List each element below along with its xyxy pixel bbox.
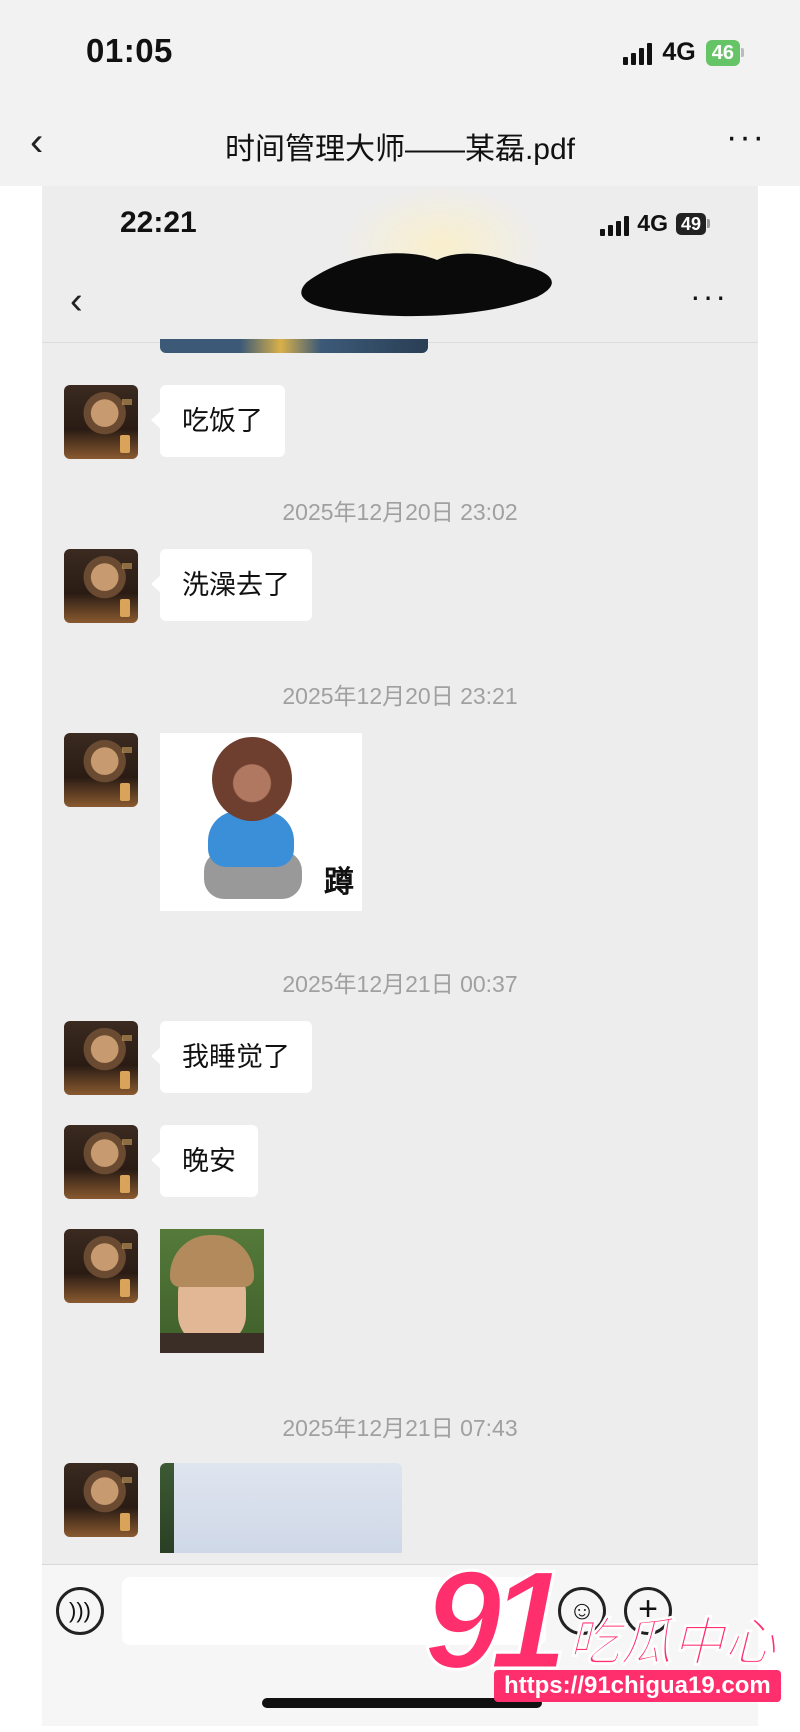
avatar[interactable] [64,733,138,807]
outer-nav-bar: ‹ 时间管理大师——某磊.pdf ··· [0,100,800,186]
message-bubble[interactable]: 吃饭了 [151,385,285,457]
chat-photo[interactable] [160,1463,402,1553]
chat-area: 吃饭了 2025年12月20日 23:02 洗澡去了 2025年12月20日 2… [42,339,758,1726]
outer-status-bar: 01:05 4G 46 [0,0,800,100]
inner-network-label: 4G [637,210,668,236]
chat-timestamp: 2025年12月21日 07:43 [282,1415,518,1441]
message-bubble[interactable]: 我睡觉了 [151,1021,312,1093]
voice-icon[interactable]: ))) [56,1587,104,1635]
sticker-caption: 蹲 [324,866,354,899]
document-title: 时间管理大师——某磊.pdf [224,133,576,166]
signal-icon [623,41,653,65]
redaction-scribble [301,253,552,317]
chat-image-partial[interactable] [160,339,428,353]
watermark-logo: 91 吃瓜中心 https://91chigua19.com [420,1548,790,1720]
chat-timestamp: 2025年12月21日 00:37 [282,971,518,997]
chat-timestamp: 2025年12月20日 23:21 [282,683,518,709]
message-bubble[interactable]: 洗澡去了 [151,549,312,621]
chat-photo[interactable] [160,1229,264,1353]
inner-status-indicators: 4G 49 [600,210,710,237]
more-icon[interactable]: ··· [690,278,728,315]
outer-battery-level: 46 [705,39,740,66]
outer-status-time: 01:05 [86,32,173,69]
monkey-sticker[interactable]: 蹲 [160,733,362,911]
chat-timestamp: 2025年12月20日 23:02 [282,499,518,525]
avatar[interactable] [64,1229,138,1303]
avatar[interactable] [64,385,138,459]
outer-network-label: 4G [662,38,696,66]
back-icon[interactable]: ‹ [70,280,83,323]
avatar[interactable] [64,1125,138,1199]
watermark-url: https://91chigua19.com [494,1670,781,1702]
avatar[interactable] [64,549,138,623]
battery-icon: 46 [705,39,744,66]
watermark-number: 91 [423,1541,570,1698]
signal-icon [600,212,630,236]
inner-battery-level: 49 [675,212,706,235]
avatar[interactable] [64,1021,138,1095]
inner-status-time: 22:21 [120,206,197,239]
avatar[interactable] [64,1463,138,1537]
message-bubble[interactable]: 晚安 [151,1125,258,1197]
more-icon[interactable]: ··· [726,118,766,157]
outer-status-indicators: 4G 46 [623,38,744,67]
watermark-name: 吃瓜中心 [567,1614,777,1673]
embedded-screenshot: 22:21 4G 49 ‹ ··· 吃饭了 2025年12月20日 23:02 … [42,186,758,1726]
battery-icon: 49 [675,212,710,235]
